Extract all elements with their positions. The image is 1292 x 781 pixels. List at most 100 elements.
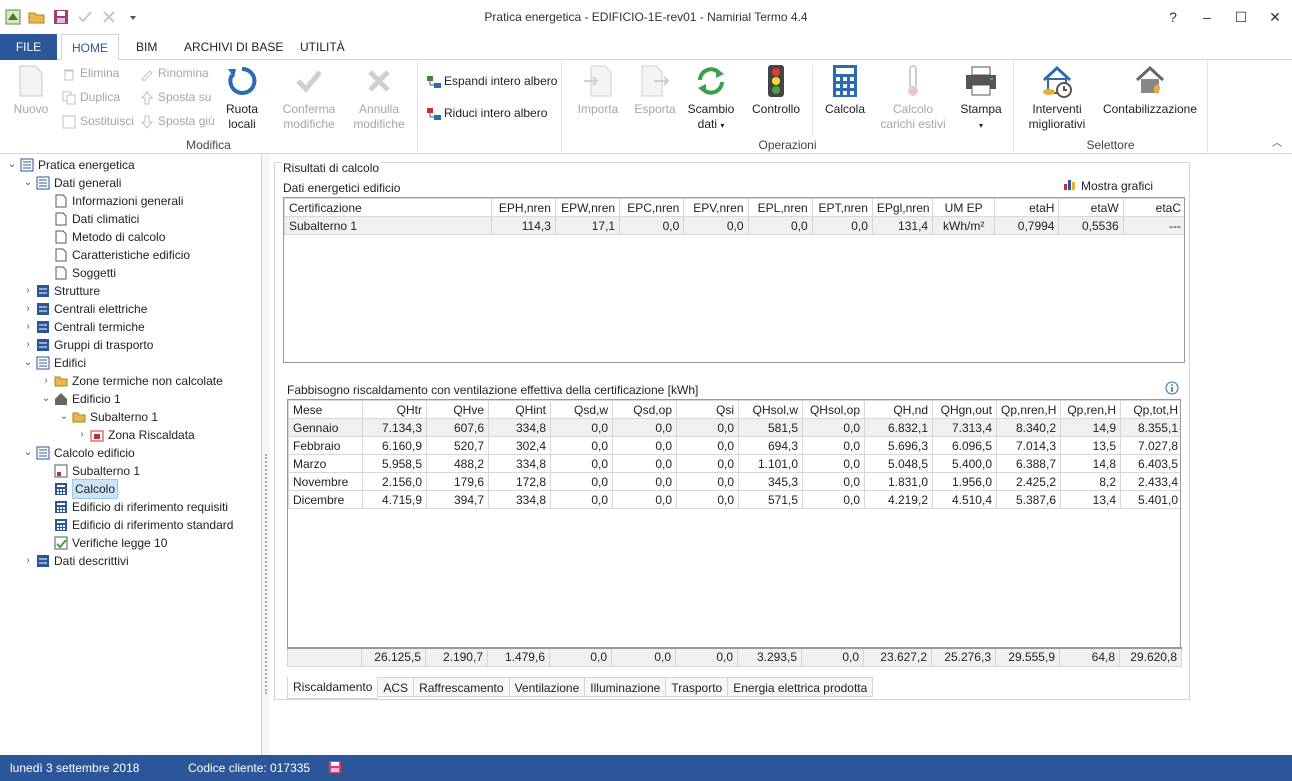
tree-node-zone-non-calcolate[interactable]: › Zone termiche non calcolate: [40, 372, 222, 390]
tree-node-calcolo[interactable]: Calcolo: [52, 479, 119, 499]
espandi-albero-button[interactable]: Espandi intero albero: [426, 70, 557, 92]
expand-arrow-icon[interactable]: ›: [40, 372, 52, 390]
elimina-button[interactable]: Elimina: [62, 62, 119, 84]
tab-riscaldamento[interactable]: Riscaldamento: [287, 677, 379, 699]
esporta-button[interactable]: Esporta: [630, 64, 680, 117]
tree-node-caratteristiche[interactable]: Caratteristiche edificio: [52, 246, 190, 264]
tree-node-calc-subalterno[interactable]: Subalterno 1: [52, 462, 140, 480]
tree-node-centrali-elettriche[interactable]: › Centrali elettriche: [22, 300, 147, 318]
sostituisci-button[interactable]: Sostituisci: [62, 110, 134, 132]
tree-node-dati-climatici[interactable]: Dati climatici: [52, 210, 139, 228]
column-header[interactable]: Qsd,op: [612, 400, 677, 419]
panel-splitter[interactable]: [262, 154, 270, 755]
scambio-dati-button[interactable]: Scambio dati ▾: [686, 64, 736, 133]
minimize-button[interactable]: –: [1190, 0, 1224, 34]
tree-node-pratica[interactable]: ⌄ Pratica energetica: [6, 156, 135, 174]
tree-node-metodo[interactable]: Metodo di calcolo: [52, 228, 165, 246]
column-header[interactable]: QHgn,out: [932, 400, 997, 419]
table-row[interactable]: Febbraio 6.160,9 520,7 302,4 0,0 0,0 0,0 694,3 0…: [288, 436, 1180, 455]
column-header[interactable]: EPT,nren: [811, 198, 873, 217]
tab-archivi[interactable]: ARCHIVI DI BASE: [174, 34, 293, 60]
tree-node-dati-generali[interactable]: ⌄ Dati generali: [22, 174, 122, 192]
tree-node-dati-descrittivi[interactable]: › Dati descrittivi: [22, 552, 128, 570]
column-header[interactable]: QHint: [488, 400, 551, 419]
conferma-modifiche-button[interactable]: Conferma modifiche: [276, 64, 342, 132]
column-header[interactable]: Qp,tot,H: [1120, 400, 1180, 419]
column-header[interactable]: QHsol,op: [802, 400, 865, 419]
collapse-arrow-icon[interactable]: ⌄: [22, 174, 34, 192]
collapse-arrow-icon[interactable]: ⌄: [58, 408, 70, 426]
table-row[interactable]: Marzo 5.958,5 488,2 334,8 0,0 0,0 0,0 1.101,0 0,…: [288, 454, 1180, 473]
tab-raffrescamento[interactable]: Raffrescamento: [414, 677, 510, 697]
column-header[interactable]: etaW: [1058, 198, 1124, 217]
column-header[interactable]: QHve: [426, 400, 489, 419]
tab-energia-elettrica-prodotta[interactable]: Energia elettrica prodotta: [728, 677, 874, 697]
nuovo-button[interactable]: Nuovo: [8, 64, 54, 117]
column-header[interactable]: UM EP: [932, 198, 996, 217]
expand-arrow-icon[interactable]: ›: [22, 336, 34, 354]
calcolo-carichi-button[interactable]: Calcolo carichi estivi: [876, 64, 950, 132]
duplica-button[interactable]: Duplica: [62, 86, 120, 108]
sposta-su-button[interactable]: Sposta su: [140, 86, 211, 108]
column-header[interactable]: QHsol,w: [738, 400, 803, 419]
tree-node-subalterno1[interactable]: ⌄ Subalterno 1: [58, 408, 158, 426]
expand-arrow-icon[interactable]: ›: [22, 282, 34, 300]
tree-node-rif-requisiti[interactable]: Edificio di riferimento requisiti: [52, 498, 228, 516]
table-row[interactable]: Gennaio 7.134,3 607,6 334,8 0,0 0,0 0,0 581,5 0,…: [288, 418, 1180, 437]
tree-node-edifici[interactable]: ⌄ Edifici: [22, 354, 86, 372]
rinomina-button[interactable]: Rinomina: [140, 62, 209, 84]
column-header[interactable]: EPV,nren: [683, 198, 749, 217]
interventi-migliorativi-button[interactable]: Interventi migliorativi: [1022, 64, 1092, 132]
column-header[interactable]: Certificazione: [284, 198, 492, 217]
column-header[interactable]: EPH,nren: [490, 198, 556, 217]
column-header[interactable]: etaC: [1122, 198, 1184, 217]
collapse-arrow-icon[interactable]: ⌄: [40, 390, 52, 408]
column-header[interactable]: QHtr: [362, 400, 427, 419]
importa-button[interactable]: Importa: [572, 64, 624, 117]
tree-node-centrali-termiche[interactable]: › Centrali termiche: [22, 318, 144, 336]
column-header[interactable]: Qsi: [676, 400, 739, 419]
calcola-button[interactable]: Calcola: [820, 64, 870, 117]
tab-bim[interactable]: BIM: [126, 34, 167, 60]
sposta-giu-button[interactable]: Sposta giù: [140, 110, 215, 132]
tree-node-soggetti[interactable]: Soggetti: [52, 264, 116, 282]
info-icon[interactable]: [1165, 381, 1179, 398]
tab-home[interactable]: HOME: [61, 34, 119, 61]
column-header[interactable]: EPL,nren: [747, 198, 813, 217]
tab-utilita[interactable]: UTILITÀ: [290, 34, 355, 60]
expand-arrow-icon[interactable]: ›: [76, 426, 88, 444]
expand-arrow-icon[interactable]: ›: [22, 318, 34, 336]
mostra-grafici-button[interactable]: Mostra grafici: [1063, 177, 1153, 194]
ruota-locali-button[interactable]: Ruota locali: [220, 64, 264, 132]
tree-node-informazioni[interactable]: Informazioni generali: [52, 192, 183, 210]
expand-arrow-icon[interactable]: ›: [22, 300, 34, 318]
save-icon[interactable]: [328, 760, 342, 777]
riduci-albero-button[interactable]: Riduci intero albero: [426, 102, 547, 124]
table-row[interactable]: Subalterno 1 114,3 17,1 0,0 0,0 0,0 0,0 131,4 kW…: [284, 216, 1184, 235]
maximize-button[interactable]: ☐: [1224, 0, 1258, 34]
tree-node-strutture[interactable]: › Strutture: [22, 282, 100, 300]
column-header[interactable]: etaH: [994, 198, 1060, 217]
tree-node-edificio1[interactable]: ⌄ Edificio 1: [40, 390, 121, 408]
tree-node-gruppi[interactable]: › Gruppi di trasporto: [22, 336, 153, 354]
collapse-arrow-icon[interactable]: ⌄: [6, 156, 18, 174]
tab-trasporto[interactable]: Trasporto: [666, 677, 729, 697]
table-row[interactable]: Dicembre 4.715,9 394,7 334,8 0,0 0,0 0,0 571,5 0…: [288, 490, 1180, 509]
column-header[interactable]: Qp,nren,H: [996, 400, 1061, 419]
contabilizzazione-button[interactable]: Contabilizzazione: [1102, 64, 1198, 117]
column-header[interactable]: Qp,ren,H: [1060, 400, 1121, 419]
tree-node-zona-riscaldata[interactable]: › Zona Riscaldata: [76, 426, 194, 444]
collapse-arrow-icon[interactable]: ⌄: [22, 354, 34, 372]
column-header[interactable]: EPW,nren: [554, 198, 621, 217]
tab-illuminazione[interactable]: Illuminazione: [585, 677, 667, 697]
collapse-ribbon-icon[interactable]: ︿: [1272, 134, 1282, 149]
tab-ventilazione[interactable]: Ventilazione: [509, 677, 586, 697]
column-header[interactable]: QH,nd: [864, 400, 933, 419]
tree-node-rif-standard[interactable]: Edificio di riferimento standard: [52, 516, 233, 534]
column-header[interactable]: EPgl,nren: [871, 198, 934, 217]
tree-node-verifiche[interactable]: Verifiche legge 10: [52, 534, 167, 552]
tree-node-calcolo-edificio[interactable]: ⌄ Calcolo edificio: [22, 444, 135, 462]
table-row[interactable]: Novembre 2.156,0 179,6 172,8 0,0 0,0 0,0 345,3 0…: [288, 472, 1180, 491]
annulla-modifiche-button[interactable]: Annulla modifiche: [348, 64, 410, 132]
column-header[interactable]: Qsd,w: [550, 400, 613, 419]
